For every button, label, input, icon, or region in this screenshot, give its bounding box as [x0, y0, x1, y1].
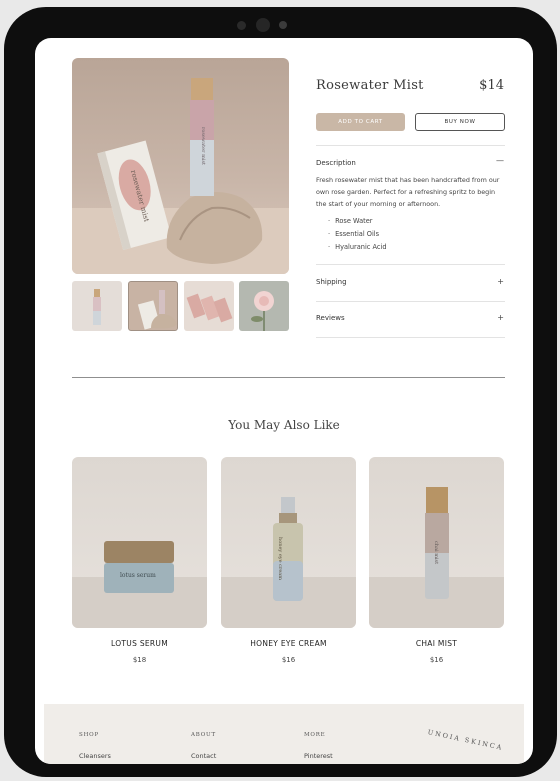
product-card-image[interactable]: lotus serum — [72, 457, 207, 628]
thumbnail-boxes[interactable] — [184, 281, 234, 331]
buy-now-button[interactable]: BUY NOW — [415, 113, 505, 131]
product-card[interactable]: chai mist CHAI MIST $16 — [369, 457, 504, 664]
sensor-icon — [279, 21, 287, 29]
bottle-label: honey eye cream — [277, 537, 283, 580]
site-footer: SHOP Cleansers ABOUT Contact MORE Pinter… — [44, 704, 524, 764]
product-card[interactable]: honey eye cream HONEY EYE CREAM $16 — [221, 457, 356, 664]
product-description: Fresh rosewater mist that has been handc… — [316, 176, 500, 208]
brand-badge: UNOIA SKINCA — [427, 728, 505, 752]
screen: rosewater mist rosewater mist Rosewater … — [35, 38, 533, 764]
thumbnail-box-rock[interactable] — [128, 281, 178, 331]
product-card-price: $16 — [281, 656, 296, 664]
divider — [316, 264, 505, 265]
product-price: $14 — [479, 78, 504, 93]
expand-icon[interactable]: + — [497, 277, 504, 286]
product-card-image[interactable]: honey eye cream — [221, 457, 356, 628]
footer-heading: MORE — [304, 732, 326, 738]
divider — [316, 145, 505, 146]
footer-heading: SHOP — [79, 732, 99, 738]
list-item: Essential Oils — [328, 228, 387, 241]
divider — [316, 301, 505, 302]
thumbnail-rose[interactable] — [239, 281, 289, 331]
product-main-image[interactable]: rosewater mist rosewater mist — [72, 58, 289, 274]
footer-link-cleansers[interactable]: Cleansers — [79, 752, 111, 760]
bottle-label: rosewater mist — [200, 127, 206, 165]
product-card-name[interactable]: LOTUS SERUM — [72, 639, 207, 648]
tablet-frame: rosewater mist rosewater mist Rosewater … — [4, 7, 557, 777]
list-item: Rose Water — [328, 215, 387, 228]
camera-bar — [234, 17, 294, 33]
product-card[interactable]: lotus serum LOTUS SERUM $18 — [72, 457, 207, 664]
footer-column-about: ABOUT Contact — [191, 732, 216, 760]
footer-column-more: MORE Pinterest — [304, 732, 333, 760]
section-divider — [72, 377, 505, 378]
thumbnail-strip — [72, 281, 289, 331]
product-card-name[interactable]: CHAI MIST — [369, 639, 504, 648]
jar-label: lotus serum — [120, 572, 156, 579]
thumbnail-bottle[interactable] — [72, 281, 122, 331]
list-item: Hyaluranic Acid — [328, 241, 386, 254]
divider — [316, 337, 505, 338]
product-card-name[interactable]: HONEY EYE CREAM — [221, 639, 356, 648]
footer-link-contact[interactable]: Contact — [191, 752, 216, 760]
product-card-image[interactable]: chai mist — [369, 457, 504, 628]
add-to-cart-button[interactable]: ADD TO CART — [316, 113, 405, 131]
collapse-icon[interactable]: — — [496, 156, 504, 165]
footer-column-shop: SHOP Cleansers — [79, 732, 111, 760]
expand-icon[interactable]: + — [497, 313, 504, 322]
product-title: Rosewater Mist — [316, 78, 424, 93]
bottle-label: chai mist — [433, 541, 439, 564]
product-card-price: $16 — [429, 656, 444, 664]
related-title: You May Also Like — [228, 418, 340, 432]
ingredient-list: Rose Water Essential Oils Hyaluranic Aci… — [328, 215, 387, 254]
reviews-heading[interactable]: Reviews — [316, 314, 345, 322]
footer-link-pinterest[interactable]: Pinterest — [304, 752, 333, 760]
description-heading[interactable]: Description — [316, 159, 356, 167]
camera-icon — [256, 18, 270, 32]
footer-heading: ABOUT — [191, 732, 216, 738]
sensor-icon — [237, 21, 246, 30]
shipping-heading[interactable]: Shipping — [316, 278, 347, 286]
product-card-price: $18 — [132, 656, 147, 664]
